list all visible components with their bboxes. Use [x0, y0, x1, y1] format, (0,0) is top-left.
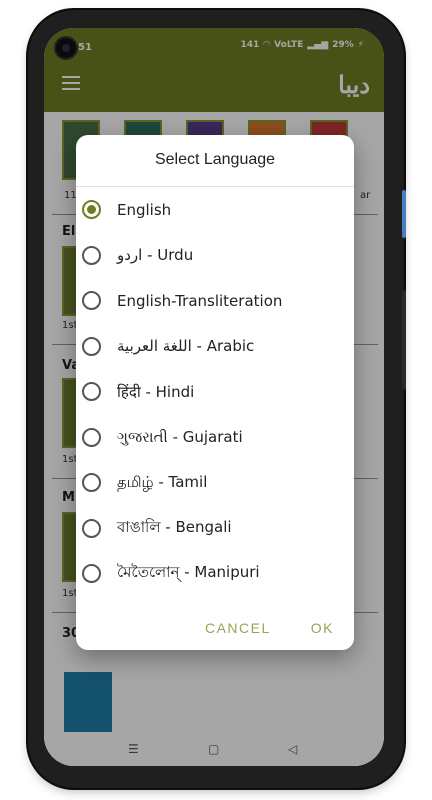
language-option[interactable]: தமிழ் - Tamil [76, 460, 354, 506]
dialog-title: Select Language [154, 151, 276, 168]
language-option-label: தமிழ் - Tamil [117, 472, 208, 491]
language-options: English اردو - Urdu English-Transliteratio… [76, 187, 354, 597]
language-option-label: اردو - Urdu [117, 246, 194, 265]
radio-unchecked-icon[interactable] [82, 336, 101, 356]
language-option-label: हिंदी - Hindi [117, 382, 195, 401]
phone-side-button [402, 190, 406, 238]
language-option-label: মৈতৈলোন্ - Manipuri [117, 563, 260, 582]
language-option[interactable]: English [76, 187, 354, 233]
language-option-label: বাঙালি - Bengali [117, 517, 232, 536]
ok-button[interactable]: OK [311, 620, 334, 636]
language-option[interactable]: ગુજરાતી - Gujarati [76, 415, 354, 461]
radio-unchecked-icon[interactable] [82, 473, 101, 493]
language-option[interactable]: اردو - Urdu [76, 233, 354, 279]
language-option-label: ગુજરાતી - Gujarati [117, 428, 243, 447]
cancel-button[interactable]: CANCEL [205, 620, 271, 636]
radio-unchecked-icon[interactable] [82, 427, 101, 447]
radio-unchecked-icon[interactable] [82, 564, 101, 584]
language-option-label: English-Transliteration [117, 291, 283, 310]
language-option[interactable]: English-Transliteration [76, 278, 354, 324]
language-option[interactable]: বাঙালি - Bengali [76, 506, 354, 552]
radio-unchecked-icon[interactable] [82, 518, 101, 538]
radio-unchecked-icon[interactable] [82, 245, 101, 265]
language-dialog: Select Language English اردو - Urdu Englis… [76, 135, 354, 650]
radio-unchecked-icon[interactable] [82, 291, 101, 311]
language-option-label: English [117, 200, 172, 219]
dialog-actions: CANCEL OK [205, 620, 334, 636]
radio-checked-icon[interactable] [82, 200, 101, 220]
language-option-label: اللغة العربية - Arabic [117, 337, 255, 356]
language-option[interactable]: اللغة العربية - Arabic [76, 324, 354, 370]
language-option[interactable]: মৈতৈলোন্ - Manipuri [76, 551, 354, 597]
language-option[interactable]: हिंदी - Hindi [76, 369, 354, 415]
phone-power-button [402, 290, 406, 390]
radio-unchecked-icon[interactable] [82, 382, 101, 402]
